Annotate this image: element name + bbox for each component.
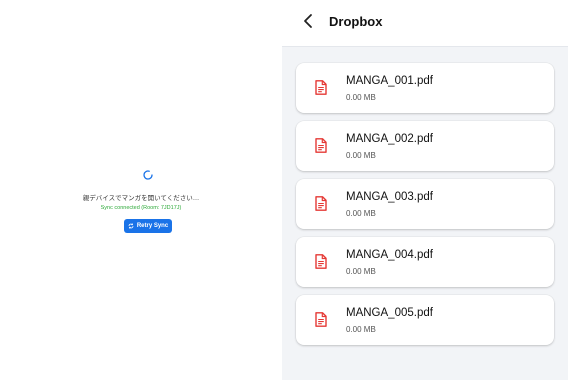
header: Dropbox [282, 0, 568, 47]
pdf-file-icon [315, 138, 327, 153]
pdf-file-icon [315, 196, 327, 211]
file-item[interactable]: MANGA_002.pdf 0.00 MB [296, 121, 554, 171]
loading-spinner-icon [143, 170, 153, 180]
file-size: 0.00 MB [346, 151, 376, 160]
back-button[interactable] [302, 13, 316, 29]
pdf-file-icon [315, 254, 327, 269]
file-list: MANGA_001.pdf 0.00 MB MANGA_002.pdf 0.00… [296, 63, 554, 353]
pdf-file-icon [315, 312, 327, 327]
file-item[interactable]: MANGA_004.pdf 0.00 MB [296, 237, 554, 287]
file-browser: Dropbox MANGA_001.pdf 0.00 MB MANGA_002.… [282, 0, 580, 380]
file-size: 0.00 MB [346, 93, 376, 102]
sync-panel: 親デバイスでマンガを開いてください… Sync connected (Room:… [0, 0, 282, 380]
page-title: Dropbox [329, 14, 383, 29]
file-item[interactable]: MANGA_003.pdf 0.00 MB [296, 179, 554, 229]
retry-sync-button[interactable]: Retry Sync [124, 219, 172, 233]
file-size: 0.00 MB [346, 209, 376, 218]
right-edge-strip [568, 0, 580, 380]
sync-status-text: Sync connected (Room: 7JD17J) [100, 205, 182, 211]
app-root: 親デバイスでマンガを開いてください… Sync connected (Room:… [0, 0, 580, 380]
file-item[interactable]: MANGA_005.pdf 0.00 MB [296, 295, 554, 345]
retry-sync-label: Retry Sync [136, 223, 169, 229]
file-name: MANGA_001.pdf [346, 75, 433, 87]
pdf-file-icon [315, 80, 327, 95]
refresh-icon [128, 223, 134, 229]
file-size: 0.00 MB [346, 267, 376, 276]
file-name: MANGA_003.pdf [346, 191, 433, 203]
sync-message: 親デバイスでマンガを開いてください… [82, 195, 200, 202]
file-name: MANGA_004.pdf [346, 249, 433, 261]
file-size: 0.00 MB [346, 325, 376, 334]
file-name: MANGA_005.pdf [346, 307, 433, 319]
file-item[interactable]: MANGA_001.pdf 0.00 MB [296, 63, 554, 113]
file-name: MANGA_002.pdf [346, 133, 433, 145]
